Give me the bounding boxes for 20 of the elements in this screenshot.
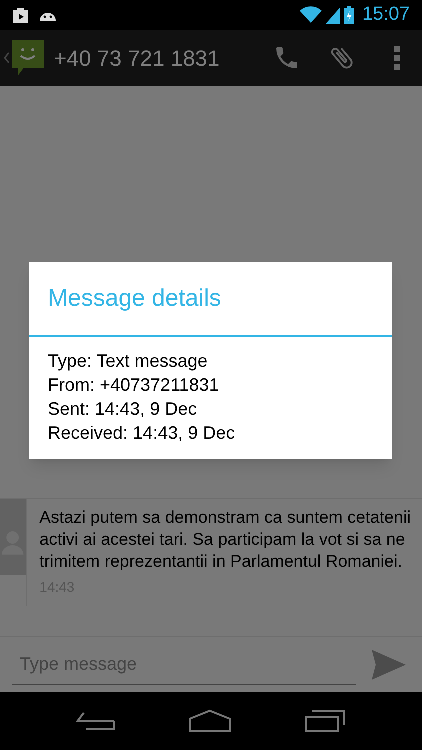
recents-nav-button[interactable]	[304, 709, 346, 733]
status-time: 15:07	[362, 2, 410, 27]
home-icon	[188, 709, 232, 733]
signal-icon	[326, 6, 340, 24]
detail-line: Received: 14:43, 9 Dec	[48, 422, 236, 445]
recent-apps-icon	[304, 709, 346, 733]
wifi-icon	[300, 6, 322, 24]
battery-icon	[344, 6, 354, 24]
detail-line: Type: Text message	[48, 350, 209, 373]
send-icon	[372, 650, 406, 680]
home-nav-button[interactable]	[188, 709, 232, 733]
message-text: Astazi putem sa demonstram ca suntem cetatenii activi ai acestei tari. Sa participam la vot si sa ne trimitem reprezentantii in Parlamentul Romaniei.	[40, 507, 412, 573]
menu-icon	[394, 46, 400, 70]
detail-line: From: +40737211831	[48, 374, 220, 397]
detail-line: Sent: 14:43, 9 Dec	[48, 398, 198, 421]
message-app-icon	[10, 38, 46, 78]
chevron-left-icon	[4, 52, 10, 64]
dialog-title: Message details	[29, 262, 392, 337]
contact-number: +40 73 721 1831	[54, 44, 220, 72]
store-icon	[12, 6, 30, 24]
